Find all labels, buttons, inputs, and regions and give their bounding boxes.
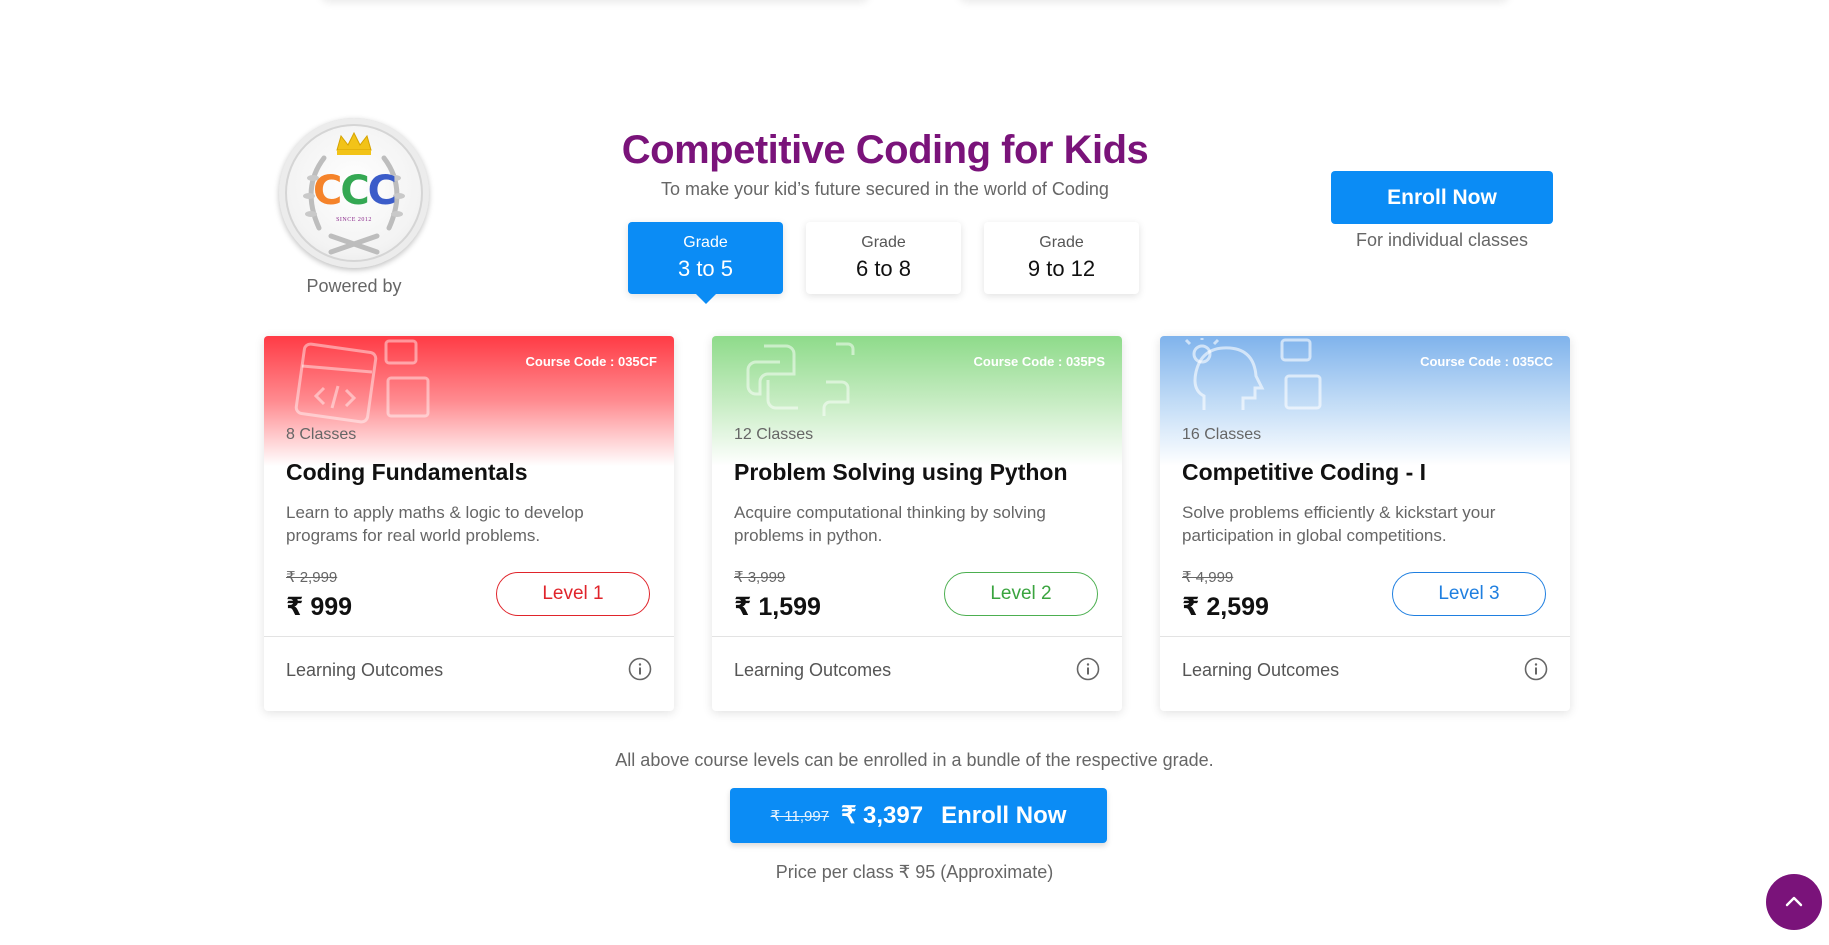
- tab-label: Grade: [861, 234, 906, 251]
- tab-range: 6 to 8: [855, 256, 912, 281]
- card-header: Course Code : 035PS: [712, 336, 1122, 466]
- course-title: Competitive Coding - I: [1182, 459, 1427, 485]
- discounted-price: ₹ 2,599: [1182, 593, 1269, 621]
- crown-icon: [336, 131, 372, 155]
- class-count: 8 Classes: [286, 426, 357, 443]
- logo-since-text: SINCE 2012: [336, 217, 372, 223]
- powered-by-label: Powered by: [306, 276, 402, 296]
- info-icon[interactable]: [1524, 657, 1548, 681]
- bundle-original-price: ₹ 11,997: [770, 807, 830, 825]
- tab-grade-6-to-8[interactable]: Grade 6 to 8: [806, 222, 961, 294]
- logo-letters: CCC: [312, 168, 397, 214]
- original-price: ₹ 3,999: [734, 569, 786, 586]
- ccc-logo: CCC SINCE 2012: [279, 118, 429, 268]
- course-description: Learn to apply maths & logic to develop …: [286, 503, 584, 545]
- tab-range: 9 to 12: [1027, 256, 1096, 281]
- info-icon[interactable]: [1076, 657, 1100, 681]
- bundle-enroll-button[interactable]: ₹ 11,997 ₹ 3,397 Enroll Now: [730, 788, 1107, 843]
- bundle-price: ₹ 3,397: [841, 802, 924, 829]
- page-title: Competitive Coding for Kids: [621, 128, 1149, 172]
- level-button[interactable]: Level 1: [496, 572, 650, 616]
- card-divider: [264, 636, 674, 637]
- level-button[interactable]: Level 3: [1392, 572, 1546, 616]
- enroll-now-button[interactable]: Enroll Now: [1331, 171, 1553, 224]
- class-count: 16 Classes: [1182, 426, 1262, 443]
- section-heading: Competitive Coding for Kids To make your…: [600, 128, 1170, 200]
- course-description: Solve problems efficiently & kickstart y…: [1182, 503, 1496, 545]
- tab-label: Grade: [683, 234, 728, 251]
- course-description: Acquire computational thinking by solvin…: [734, 503, 1046, 545]
- discounted-price: ₹ 1,599: [734, 593, 821, 621]
- price-per-class: Price per class ₹ 95 (Approximate): [775, 862, 1054, 882]
- course-code: Course Code : 035PS: [973, 354, 1106, 369]
- course-code: Course Code : 035CF: [525, 354, 657, 369]
- card-divider: [1160, 636, 1570, 637]
- individual-enroll-block: Enroll Now For individual classes: [1331, 171, 1553, 251]
- course-card: Course Code : 035CF 8 Classes Coding Fun…: [264, 336, 674, 711]
- tab-grade-3-to-5[interactable]: Grade 3 to 5: [628, 222, 783, 304]
- bundle-note: All above course levels can be enrolled …: [615, 750, 1214, 770]
- info-icon[interactable]: [628, 657, 652, 681]
- course-code: Course Code : 035CC: [1420, 354, 1553, 369]
- page-subtitle: To make your kid’s future secured in the…: [661, 179, 1109, 199]
- learning-outcomes-link[interactable]: Learning Outcomes: [734, 660, 891, 681]
- course-title: Problem Solving using Python: [734, 459, 1068, 485]
- individual-classes-note: For individual classes: [1355, 230, 1529, 250]
- tab-label: Grade: [1039, 234, 1084, 251]
- course-title: Coding Fundamentals: [286, 459, 528, 485]
- course-card: Course Code : 035PS 12 Classes Problem S…: [712, 336, 1122, 711]
- level-button[interactable]: Level 2: [944, 572, 1098, 616]
- class-count: 12 Classes: [734, 426, 814, 443]
- learning-outcomes-link[interactable]: Learning Outcomes: [286, 660, 443, 681]
- chevron-up-icon: [1785, 896, 1803, 907]
- tab-range: 3 to 5: [677, 256, 734, 281]
- card-header: Course Code : 035CC: [1160, 336, 1570, 466]
- code-window-icon: [294, 339, 430, 424]
- grade-tabs: Grade 3 to 5 Grade 6 to 8 Grade 9 to 12: [628, 222, 1139, 304]
- course-card: Course Code : 035CC 16 Classes Competiti…: [1160, 336, 1570, 711]
- brand-logo-block: CCC SINCE 2012 Powered by: [276, 118, 432, 297]
- head-bulb-icon: [1184, 338, 1322, 410]
- card-header: Course Code : 035CF: [264, 336, 674, 466]
- bundle-enroll-label: Enroll Now: [941, 801, 1067, 829]
- python-logo-icon: [746, 342, 855, 416]
- learning-outcomes-link[interactable]: Learning Outcomes: [1182, 660, 1339, 681]
- original-price: ₹ 4,999: [1182, 569, 1234, 586]
- tab-grade-9-to-12[interactable]: Grade 9 to 12: [984, 222, 1139, 294]
- card-divider: [712, 636, 1122, 637]
- original-price: ₹ 2,999: [286, 569, 338, 586]
- discounted-price: ₹ 999: [286, 593, 353, 621]
- scroll-to-top-button[interactable]: [1766, 874, 1822, 930]
